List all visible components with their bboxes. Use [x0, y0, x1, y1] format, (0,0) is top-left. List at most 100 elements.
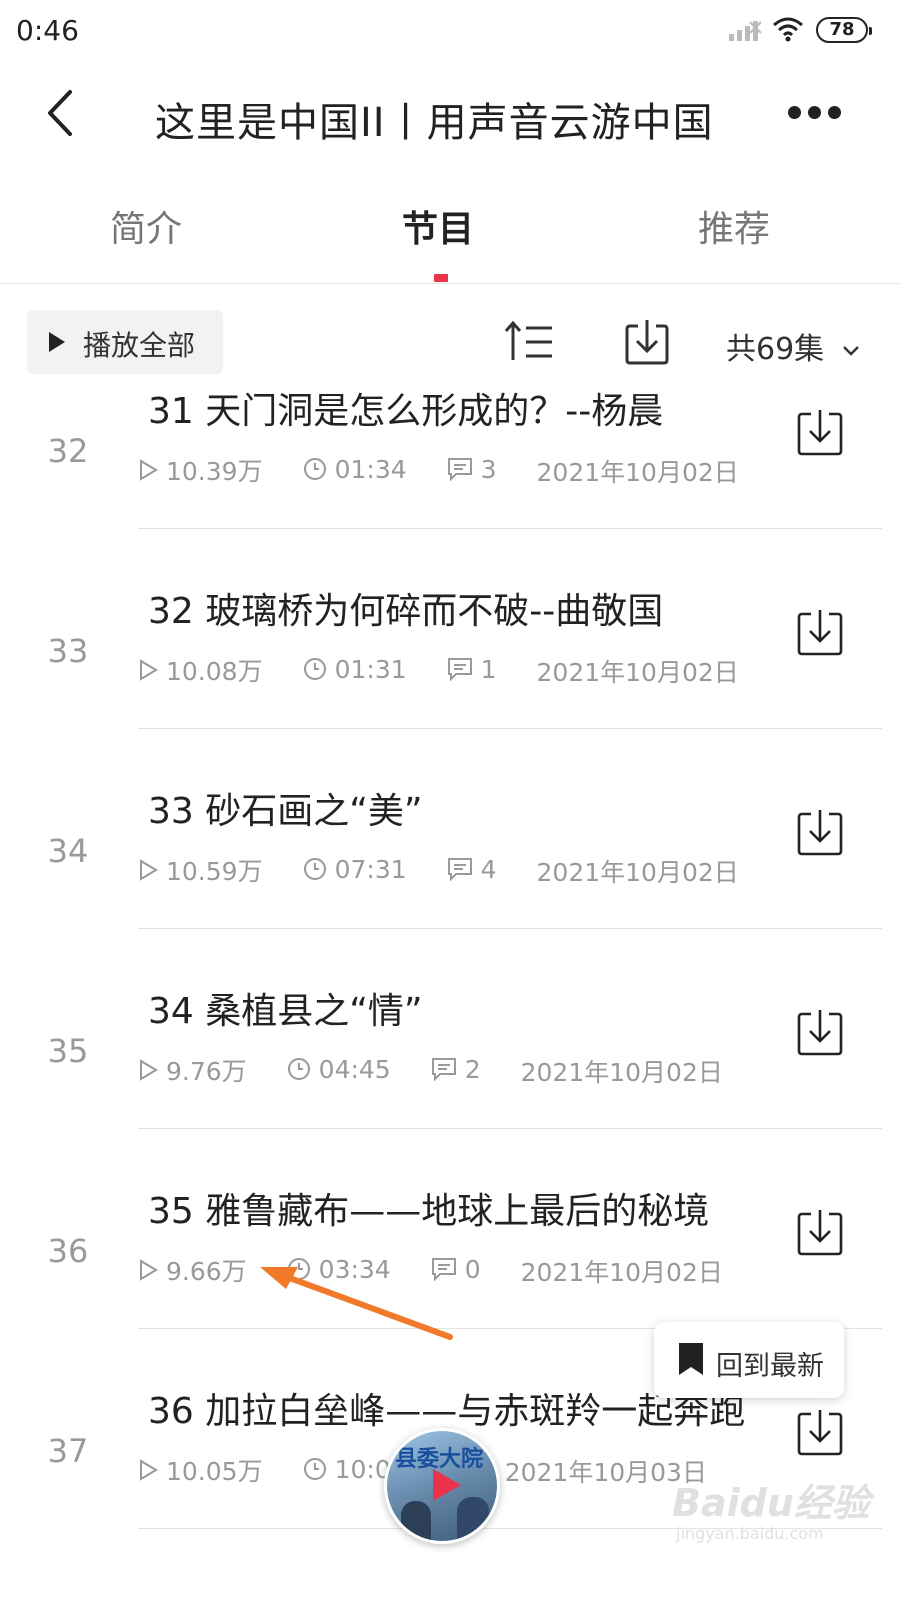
play-icon	[433, 1469, 461, 1501]
bookmark-icon	[679, 1343, 703, 1375]
signal-icon	[729, 21, 762, 41]
play-icon	[49, 332, 65, 352]
play-count-icon	[140, 1259, 158, 1281]
episode-index: 33	[47, 632, 89, 670]
row-divider	[138, 728, 882, 729]
episode-list: 32 31 天门洞是怎么形成的？--杨晨 10.39万 01:34 3 2021年10月0…	[0, 378, 900, 1600]
play-count: 10.59万	[138, 852, 263, 888]
mini-player[interactable]: 县委大院	[384, 1428, 500, 1544]
more-icon[interactable]	[786, 92, 846, 132]
download-icon[interactable]	[796, 808, 844, 856]
duration-value: 10:0	[334, 1454, 391, 1484]
episode-title: 34 桑植县之“情”	[148, 991, 423, 1032]
comment-icon	[431, 1258, 456, 1281]
episode-index: 37	[47, 1432, 89, 1470]
episode-count-selector[interactable]: 共69集	[726, 324, 860, 368]
episode-row[interactable]: 36 35 雅鲁藏布——地球上最后的秘境 9.66万 03:34 0 2021年10月02…	[0, 1150, 900, 1350]
play-all-button[interactable]: 播放全部	[27, 310, 223, 374]
clock-icon	[303, 1458, 326, 1480]
comment-count: 2	[431, 1055, 481, 1084]
play-all-label: 播放全部	[83, 329, 196, 362]
play-count-value: 9.66万	[166, 1257, 247, 1286]
episode-title: 31 天门洞是怎么形成的？--杨晨	[148, 391, 664, 432]
back-icon[interactable]	[36, 88, 86, 138]
list-toolbar: 播放全部 共69集	[0, 306, 900, 378]
play-count-value: 9.76万	[166, 1057, 247, 1086]
download-icon[interactable]	[796, 608, 844, 656]
comment-count: 1	[447, 655, 497, 684]
publish-date: 2021年10月02日	[537, 653, 739, 689]
publish-date-value: 2021年10月02日	[520, 1258, 723, 1287]
play-count-icon	[140, 1059, 158, 1081]
duration-value: 07:31	[334, 854, 407, 884]
page-title: 这里是中国II丨用声音云游中国	[155, 100, 714, 146]
row-divider	[138, 1128, 882, 1129]
play-count-value: 10.08万	[166, 657, 263, 686]
episode-index: 34	[47, 832, 89, 870]
duration: 03:34	[287, 1255, 391, 1284]
comment-count-value: 1	[480, 654, 497, 684]
comment-count: 4	[447, 855, 497, 884]
download-icon[interactable]	[796, 1208, 844, 1256]
row-divider	[138, 928, 882, 929]
comment-count-value: 4	[480, 854, 497, 884]
episode-index: 36	[47, 1232, 89, 1270]
batch-download-icon[interactable]	[624, 318, 670, 366]
episode-meta: 9.76万 04:45 2 2021年10月02日	[138, 1052, 763, 1089]
play-count: 9.76万	[138, 1052, 247, 1088]
download-icon[interactable]	[796, 1408, 844, 1456]
clock-icon	[303, 858, 326, 880]
episode-index: 35	[47, 1032, 89, 1070]
tab-intro[interactable]: 简介	[110, 200, 182, 252]
episode-row[interactable]: 35 34 桑植县之“情” 9.76万 04:45 2 2021年10月02日	[0, 950, 900, 1150]
play-count: 10.05万	[138, 1452, 263, 1488]
publish-date-value: 2021年10月02日	[536, 858, 739, 887]
duration: 01:34	[303, 455, 407, 484]
publish-date: 2021年10月02日	[521, 1253, 723, 1289]
clock-icon	[287, 1058, 310, 1080]
episode-meta: 10.08万 01:31 1 2021年10月02日	[138, 652, 779, 689]
wifi-icon	[773, 17, 803, 42]
episode-meta: 9.66万 03:34 0 2021年10月02日	[138, 1252, 763, 1289]
episode-row[interactable]: 32 31 天门洞是怎么形成的？--杨晨 10.39万 01:34 3 2021年10月0…	[0, 378, 900, 550]
cover-figure	[401, 1501, 431, 1541]
tab-episodes[interactable]: 节目	[402, 200, 474, 252]
play-count-icon	[140, 859, 158, 881]
clock-icon	[303, 458, 326, 480]
tab-recommend[interactable]: 推荐	[698, 200, 770, 252]
row-divider	[138, 528, 882, 529]
active-tab-indicator	[434, 274, 448, 282]
episode-row[interactable]: 34 33 砂石画之“美” 10.59万 07:31 4 2021年10月02日	[0, 750, 900, 950]
header: 这里是中国II丨用声音云游中国	[0, 70, 900, 160]
episode-meta: 10.39万 01:34 3 2021年10月02日	[138, 452, 779, 489]
play-count: 9.66万	[138, 1252, 247, 1288]
episode-index: 32	[47, 432, 89, 470]
duration: 04:45	[287, 1055, 391, 1084]
comment-icon	[447, 858, 472, 881]
comment-count: 0	[431, 1255, 481, 1284]
publish-date: 2021年10月02日	[537, 453, 739, 489]
episode-title: 33 砂石画之“美”	[148, 791, 423, 832]
episode-row[interactable]: 33 32 玻璃桥为何碎而不破--曲敬国 10.08万 01:31 1 2021年10月0…	[0, 550, 900, 750]
episode-count-label: 共69集	[726, 332, 825, 367]
play-count-value: 10.39万	[166, 457, 263, 486]
comment-count-value: 0	[464, 1254, 481, 1284]
comment-count-value: 2	[464, 1054, 481, 1084]
play-count-value: 10.59万	[166, 857, 263, 886]
tab-bar: 简介 节目 推荐	[0, 188, 900, 284]
episode-title: 35 雅鲁藏布——地球上最后的秘境	[148, 1191, 710, 1232]
duration-value: 04:45	[318, 1054, 391, 1084]
download-icon[interactable]	[796, 408, 844, 456]
status-time: 0:46	[16, 14, 79, 47]
battery-indicator: 78	[816, 17, 872, 43]
back-to-latest-button[interactable]: 回到最新	[654, 1322, 844, 1398]
duration-value: 01:34	[334, 454, 407, 484]
clock-icon	[303, 658, 326, 680]
play-count: 10.39万	[138, 452, 263, 488]
download-icon[interactable]	[796, 1008, 844, 1056]
cover-figure	[457, 1497, 489, 1541]
sort-order-icon[interactable]	[504, 320, 554, 364]
status-bar: 0:46 78	[0, 0, 900, 60]
publish-date: 2021年10月02日	[521, 1053, 723, 1089]
duration: 10:0	[303, 1455, 391, 1484]
